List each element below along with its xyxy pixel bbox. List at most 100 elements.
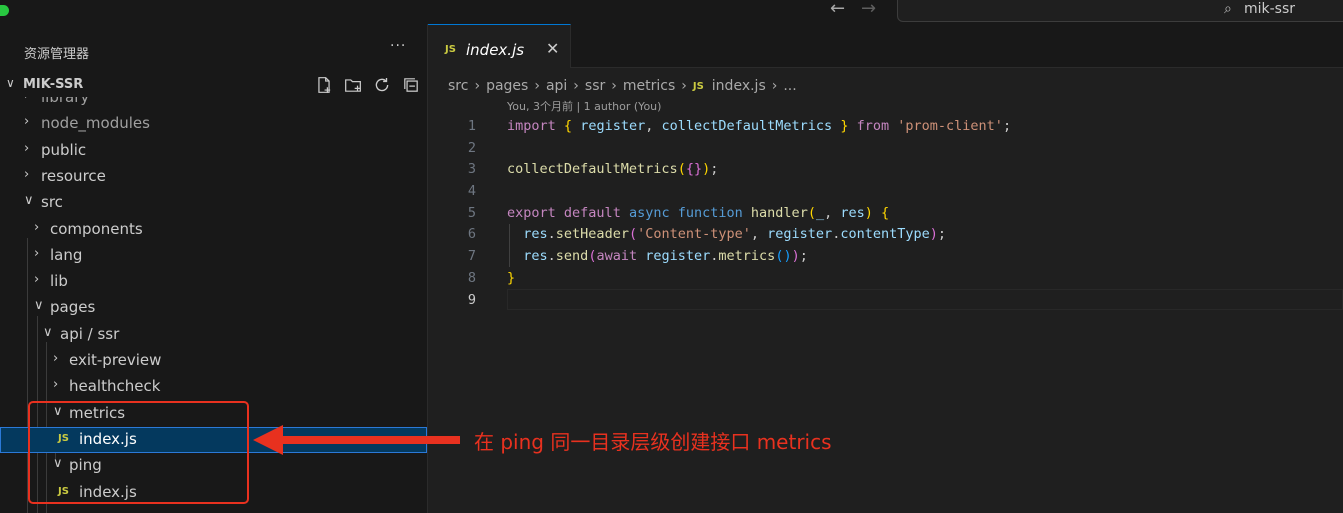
chevron-right-icon: › xyxy=(53,351,59,366)
annotation-arrow-icon xyxy=(253,425,460,455)
workspace-section-title: MIK-SSR xyxy=(23,77,84,92)
tree-item-label: src xyxy=(41,193,63,212)
tree-folder-item[interactable]: ∨ pages xyxy=(0,295,427,321)
code-line[interactable]: 8} xyxy=(428,267,1343,289)
javascript-file-icon: JS xyxy=(445,44,456,55)
new-folder-icon[interactable] xyxy=(342,74,364,96)
line-number: 8 xyxy=(467,269,476,286)
tree-folder-item[interactable]: › healthcheck xyxy=(0,374,427,400)
tree-folder-item[interactable]: › library xyxy=(0,97,427,111)
code-line[interactable]: 4 xyxy=(428,180,1343,202)
back-arrow-icon[interactable]: ← xyxy=(830,0,845,20)
code-line-current[interactable]: 9 xyxy=(428,289,1343,311)
forward-arrow-icon[interactable]: → xyxy=(861,0,876,20)
code-line[interactable]: 3 collectDefaultMetrics({}); xyxy=(428,158,1343,180)
code-text: import { register, collectDefaultMetrics… xyxy=(507,118,1012,134)
code-editor[interactable]: 1 import { register, collectDefaultMetric… xyxy=(428,115,1343,310)
code-text: } xyxy=(507,269,516,286)
code-text: collectDefaultMetrics({}); xyxy=(507,161,719,178)
line-number: 1 xyxy=(467,118,476,134)
chevron-down-icon: ∨ xyxy=(24,193,34,209)
workspace-section-header[interactable]: ∨ MIK-SSR xyxy=(0,74,427,96)
code-line[interactable]: 2 xyxy=(428,137,1343,159)
annotation-highlight-box xyxy=(28,401,249,504)
collapse-all-icon[interactable] xyxy=(400,74,422,96)
line-number: 9 xyxy=(467,291,476,308)
tree-folder-item[interactable]: › public xyxy=(0,138,427,164)
more-actions-icon[interactable]: ··· xyxy=(390,38,406,54)
search-icon: ⌕ xyxy=(1224,1,1232,17)
tree-folder-item[interactable]: › lang xyxy=(0,243,427,269)
chevron-right-icon: › xyxy=(34,245,40,261)
tree-folder-item[interactable]: › lib xyxy=(0,269,427,295)
tree-item-label: lib xyxy=(50,272,68,291)
tree-folder-item[interactable]: › exit-preview xyxy=(0,348,427,374)
tab-index-js[interactable]: JS index.js ✕ xyxy=(428,24,571,68)
tree-item-label: exit-preview xyxy=(69,351,162,369)
tree-item-label: healthcheck xyxy=(69,377,161,396)
code-text: export default async function handler(_,… xyxy=(507,204,890,221)
line-number: 6 xyxy=(467,226,476,243)
explorer-title: 资源管理器 xyxy=(24,47,90,62)
breadcrumb-item[interactable]: metrics xyxy=(623,78,675,94)
editor-tab-bar: JS index.js ✕ xyxy=(428,24,1343,68)
tree-item-label: resource xyxy=(41,166,106,185)
title-bar: ← → ⌕ mik-ssr xyxy=(0,0,1343,24)
code-text: res.setHeader('Content-type', register.c… xyxy=(523,226,947,243)
chevron-right-icon: › xyxy=(24,166,30,182)
tree-item-label: pages xyxy=(50,298,96,317)
refresh-icon[interactable] xyxy=(371,74,393,96)
command-center-search[interactable]: ⌕ mik-ssr xyxy=(897,0,1343,22)
chevron-right-icon: › xyxy=(573,78,579,94)
new-file-icon[interactable] xyxy=(313,74,335,96)
chevron-right-icon: › xyxy=(24,140,30,156)
code-line[interactable]: 5 export default async function handler(_… xyxy=(428,202,1343,224)
tree-folder-item[interactable]: › components xyxy=(0,217,427,243)
codelens-blame[interactable]: You, 3个月前 | 1 author (You) xyxy=(507,98,661,114)
line-number: 5 xyxy=(467,204,476,221)
chevron-right-icon: › xyxy=(681,78,687,94)
chevron-right-icon: › xyxy=(474,78,481,94)
breadcrumb: src › pages › api › ssr › metrics › JS index.… xyxy=(448,76,797,96)
window-control-dot[interactable] xyxy=(0,5,9,16)
tree-folder-item[interactable]: ∨ api / ssr xyxy=(0,322,427,348)
tab-label: index.js xyxy=(466,41,525,59)
line-number: 4 xyxy=(467,183,476,200)
chevron-right-icon: › xyxy=(534,78,540,94)
code-line[interactable]: 7 res.send(await register.metrics()); xyxy=(428,245,1343,267)
breadcrumb-file[interactable]: index.js xyxy=(712,78,766,94)
chevron-down-icon: ∨ xyxy=(6,76,15,90)
tree-item-label: node_modules xyxy=(41,114,150,133)
tree-folder-item[interactable]: ∨ src xyxy=(0,190,427,216)
tree-item-label: library xyxy=(41,97,90,106)
chevron-right-icon: › xyxy=(53,377,59,393)
tree-item-label: lang xyxy=(50,245,83,264)
breadcrumb-symbols[interactable]: ... xyxy=(783,78,796,94)
tree-item-label: public xyxy=(41,140,87,159)
chevron-down-icon: ∨ xyxy=(34,298,44,314)
code-line[interactable]: 6 res.setHeader('Content-type', register… xyxy=(428,223,1343,245)
line-number: 7 xyxy=(467,248,476,265)
chevron-right-icon: › xyxy=(611,78,617,94)
tree-item-label: components xyxy=(50,219,143,238)
workspace-name: mik-ssr xyxy=(1244,1,1296,17)
chevron-right-icon: › xyxy=(24,97,29,103)
annotation-text: 在 ping 同一目录层级创建接口 metrics xyxy=(474,430,832,454)
breadcrumb-item[interactable]: api xyxy=(546,78,567,94)
tree-folder-item[interactable]: › node_modules xyxy=(0,111,427,137)
code-line[interactable]: 1 import { register, collectDefaultMetric… xyxy=(428,115,1343,137)
chevron-down-icon: ∨ xyxy=(43,324,53,340)
breadcrumb-item[interactable]: pages xyxy=(486,78,528,94)
chevron-right-icon: › xyxy=(34,219,40,235)
chevron-right-icon: › xyxy=(24,114,30,130)
chevron-right-icon: › xyxy=(771,78,778,94)
close-icon[interactable]: ✕ xyxy=(546,39,559,58)
chevron-right-icon: › xyxy=(34,272,40,288)
breadcrumb-item[interactable]: src xyxy=(448,78,468,94)
tree-folder-item[interactable]: › resource xyxy=(0,164,427,190)
line-number: 3 xyxy=(467,161,476,178)
line-number: 2 xyxy=(467,139,476,156)
breadcrumb-item[interactable]: ssr xyxy=(585,78,605,94)
javascript-file-icon: JS xyxy=(692,80,704,92)
tree-item-label: api / ssr xyxy=(60,324,120,343)
